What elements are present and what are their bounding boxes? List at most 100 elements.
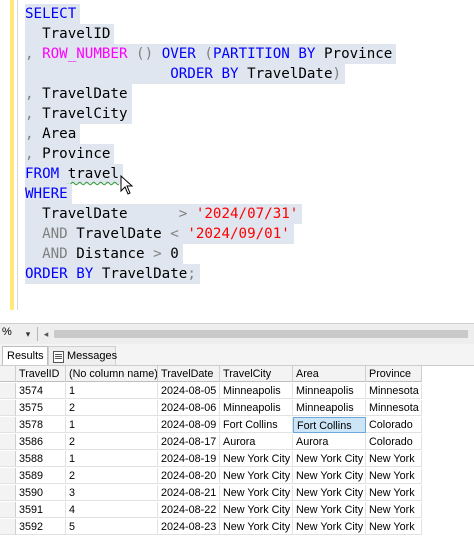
row-header[interactable] xyxy=(0,468,16,484)
table-cell[interactable]: 2024-08-21 xyxy=(158,485,220,501)
table-cell[interactable]: New York City xyxy=(293,485,366,501)
table-cell[interactable]: New York City xyxy=(293,502,366,518)
table-cell[interactable]: 2 xyxy=(66,434,158,450)
code-line[interactable]: TravelDate > '2024/07/31' xyxy=(25,204,303,224)
table-cell[interactable]: Aurora xyxy=(293,434,366,450)
table-cell[interactable]: 3586 xyxy=(16,434,66,450)
table-cell[interactable]: 2024-08-23 xyxy=(158,519,220,535)
code-line[interactable]: , TravelDate xyxy=(25,84,132,104)
table-cell[interactable]: 3590 xyxy=(16,485,66,501)
table-cell[interactable]: New York City xyxy=(293,451,366,467)
table-cell[interactable]: Aurora xyxy=(220,434,293,450)
code-line[interactable]: TravelID xyxy=(25,24,115,44)
table-cell[interactable]: 1 xyxy=(66,383,158,399)
table-cell[interactable]: 1 xyxy=(66,451,158,467)
table-cell[interactable]: 2 xyxy=(66,468,158,484)
code-line[interactable]: , TravelCity xyxy=(25,104,132,124)
table-cell[interactable]: 3591 xyxy=(16,502,66,518)
code-line[interactable]: ORDER BY TravelDate; xyxy=(25,264,200,284)
table-cell[interactable]: New York xyxy=(366,502,422,518)
row-header[interactable] xyxy=(0,400,16,416)
table-cell[interactable]: New York City xyxy=(293,468,366,484)
table-cell[interactable]: Minneapolis xyxy=(293,383,366,399)
code-line[interactable]: , ROW_NUMBER () OVER (PARTITION BY Provi… xyxy=(25,44,397,64)
code-token: AND xyxy=(42,246,68,262)
table-cell[interactable]: Colorado xyxy=(366,434,422,450)
table-cell[interactable]: New York xyxy=(366,485,422,501)
table-cell[interactable]: New York City xyxy=(220,485,293,501)
code-line[interactable]: SELECT xyxy=(25,4,81,24)
code-token: '2024/07/31' xyxy=(195,206,299,222)
column-header[interactable]: TravelID xyxy=(16,366,66,382)
code-token: Province xyxy=(42,146,111,162)
table-cell[interactable]: New York City xyxy=(293,519,366,535)
table-cell[interactable]: New York xyxy=(366,468,422,484)
horizontal-scrollbar[interactable] xyxy=(54,330,468,338)
table-cell[interactable]: 2024-08-20 xyxy=(158,468,220,484)
table-cell[interactable]: Minnesota xyxy=(366,383,422,399)
column-header[interactable]: Area xyxy=(293,366,366,382)
code-line[interactable]: , Province xyxy=(25,144,115,164)
zoom-level[interactable]: % xyxy=(2,326,12,338)
table-cell[interactable]: Minneapolis xyxy=(220,383,293,399)
table-cell[interactable]: 2 xyxy=(66,400,158,416)
tab-results[interactable]: Results xyxy=(2,346,48,365)
row-header[interactable] xyxy=(0,502,16,518)
table-cell[interactable]: New York City xyxy=(220,451,293,467)
code-line[interactable]: FROM travel xyxy=(25,164,123,184)
code-token: TravelDate xyxy=(42,86,128,102)
table-cell[interactable]: New York City xyxy=(220,519,293,535)
chevron-down-icon[interactable]: ▾ xyxy=(22,328,34,340)
table-cell[interactable]: Fort Collins xyxy=(220,417,293,433)
row-header-corner[interactable] xyxy=(0,366,16,382)
code-token: ( xyxy=(195,46,213,62)
table-cell[interactable]: 3 xyxy=(66,485,158,501)
table-cell[interactable]: 3578 xyxy=(16,417,66,433)
table-cell[interactable]: Fort Collins xyxy=(293,417,366,433)
table-cell[interactable]: 3592 xyxy=(16,519,66,535)
row-header[interactable] xyxy=(0,451,16,467)
table-cell[interactable]: 1 xyxy=(66,417,158,433)
table-cell[interactable]: New York xyxy=(366,451,422,467)
table-cell[interactable]: 3588 xyxy=(16,451,66,467)
sql-editor[interactable]: SELECT TravelID, ROW_NUMBER () OVER (PAR… xyxy=(0,0,474,322)
table-cell[interactable]: 3575 xyxy=(16,400,66,416)
table-cell[interactable]: Colorado xyxy=(366,417,422,433)
row-header[interactable] xyxy=(0,519,16,535)
table-cell[interactable]: 3589 xyxy=(16,468,66,484)
table-cell[interactable]: 3574 xyxy=(16,383,66,399)
column-header[interactable]: TravelDate xyxy=(158,366,220,382)
row-header[interactable] xyxy=(0,485,16,501)
code-line[interactable]: AND Distance > 0 xyxy=(25,244,183,264)
row-header[interactable] xyxy=(0,434,16,450)
code-line[interactable]: ORDER BY TravelDate) xyxy=(25,64,346,84)
table-cell[interactable]: 4 xyxy=(66,502,158,518)
row-header[interactable] xyxy=(0,417,16,433)
table-cell[interactable]: Minnesota xyxy=(366,400,422,416)
row-header[interactable] xyxy=(0,383,16,399)
code-line[interactable]: AND TravelDate < '2024/09/01' xyxy=(25,224,294,244)
table-cell[interactable]: 2024-08-09 xyxy=(158,417,220,433)
table-cell[interactable]: 2024-08-06 xyxy=(158,400,220,416)
table-cell[interactable]: 2024-08-17 xyxy=(158,434,220,450)
table-cell[interactable]: New York xyxy=(366,519,422,535)
code-line[interactable]: WHERE xyxy=(25,184,72,204)
table-cell[interactable]: Minneapolis xyxy=(293,400,366,416)
table-cell[interactable]: 2024-08-22 xyxy=(158,502,220,518)
table-cell[interactable]: Minneapolis xyxy=(220,400,293,416)
table-cell[interactable]: 2024-08-05 xyxy=(158,383,220,399)
table-cell[interactable]: 2024-08-19 xyxy=(158,451,220,467)
code-line[interactable]: , Area xyxy=(25,124,81,144)
results-grid[interactable]: TravelID (No column name) TravelDate Tra… xyxy=(0,366,474,545)
table-cell[interactable]: New York City xyxy=(220,502,293,518)
scroll-left-icon[interactable]: ◂ xyxy=(41,327,51,341)
table-cell[interactable]: New York City xyxy=(220,468,293,484)
column-header[interactable]: (No column name) xyxy=(66,366,158,382)
tab-messages[interactable]: Messages xyxy=(48,346,117,365)
table-cell[interactable]: 5 xyxy=(66,519,158,535)
column-header[interactable]: TravelCity xyxy=(220,366,293,382)
code-token: Distance xyxy=(67,246,154,262)
column-header[interactable]: Province xyxy=(366,366,422,382)
